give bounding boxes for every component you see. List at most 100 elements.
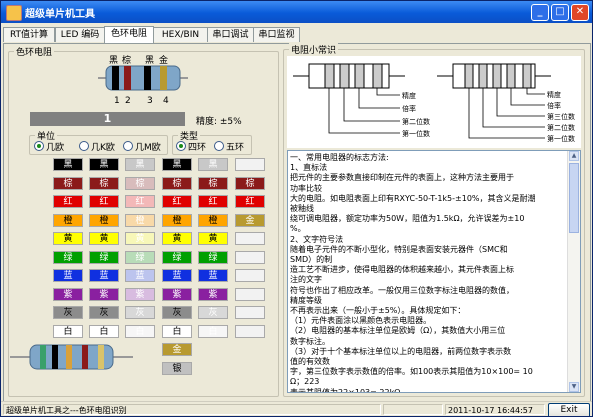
color-button-green[interactable]: 绿 xyxy=(53,250,83,264)
color-button-brown[interactable]: 棕 xyxy=(198,176,228,190)
color-button-orange[interactable]: 橙 xyxy=(125,213,155,227)
color-button-gold[interactable]: 金 xyxy=(162,343,192,356)
band-number-1: 1 xyxy=(114,96,120,106)
color-button-black[interactable]: 黑 xyxy=(198,158,228,171)
color-button-col6-1[interactable]: 棕 xyxy=(235,176,265,190)
color-button-gray[interactable]: 灰 xyxy=(198,306,228,319)
tab-hex-bin[interactable]: HEX/BIN xyxy=(153,27,208,42)
color-button-black[interactable]: 黑 xyxy=(53,158,83,171)
close-button[interactable]: ✕ xyxy=(571,4,589,21)
color-button-blue[interactable]: 蓝 xyxy=(125,269,155,282)
scroll-thumb[interactable] xyxy=(569,163,579,233)
color-button-brown[interactable]: 棕 xyxy=(125,176,155,190)
color-button-black[interactable]: 黑 xyxy=(125,158,155,171)
color-button-col6-0[interactable] xyxy=(235,158,265,171)
radio-label: 五环 xyxy=(226,143,245,153)
tips-line: 随着电子元件的不断小型化，特别是表面安装元器件（SMC和 xyxy=(290,244,508,254)
color-button-violet[interactable]: 紫 xyxy=(53,287,83,301)
color-button-brown[interactable]: 棕 xyxy=(162,176,192,190)
tab-serial-monitor[interactable]: 串口监视 xyxy=(253,27,300,42)
color-button-col6-6[interactable] xyxy=(235,269,265,282)
tolerance-label: 精度: ±5% xyxy=(196,117,242,127)
color-button-gray[interactable]: 灰 xyxy=(53,306,83,319)
color-button-black[interactable]: 黑 xyxy=(162,158,192,171)
color-button-red[interactable]: 红 xyxy=(198,195,228,208)
color-button-violet[interactable]: 紫 xyxy=(162,287,192,301)
color-button-col6-9[interactable] xyxy=(235,324,265,338)
color-button-yellow[interactable]: 黄 xyxy=(162,232,192,245)
app-icon xyxy=(6,5,22,21)
color-button-orange[interactable]: 橙 xyxy=(53,213,83,227)
color-button-col6-8[interactable] xyxy=(235,306,265,319)
color-button-brown[interactable]: 棕 xyxy=(89,176,119,190)
diagram-label-r-4: 第二位数 xyxy=(547,123,575,132)
color-button-col6-4[interactable] xyxy=(235,232,265,245)
scroll-down-icon[interactable]: ▼ xyxy=(569,382,579,392)
color-button-col6-7[interactable] xyxy=(235,287,265,301)
vertical-scrollbar[interactable]: ▲ ▼ xyxy=(567,151,580,392)
color-button-violet[interactable]: 紫 xyxy=(89,287,119,301)
type-radio-four-band[interactable]: 四环 xyxy=(176,140,206,153)
color-button-col6-2[interactable]: 红 xyxy=(235,195,265,208)
color-button-yellow[interactable]: 黄 xyxy=(125,232,155,245)
color-button-white[interactable]: 白 xyxy=(125,324,155,338)
color-button-brown[interactable]: 棕 xyxy=(53,176,83,190)
tips-line: （1）元件表面涂以黑颜色表示电阻器。 xyxy=(290,316,432,326)
unit-radio-mohm[interactable]: 几M欧 xyxy=(123,140,161,153)
color-button-white[interactable]: 白 xyxy=(162,324,192,338)
color-button-red[interactable]: 红 xyxy=(53,195,83,208)
resistance-value: 1 xyxy=(30,112,185,126)
color-button-green[interactable]: 绿 xyxy=(162,250,192,264)
color-button-red[interactable]: 红 xyxy=(89,195,119,208)
color-button-blue[interactable]: 蓝 xyxy=(89,269,119,282)
color-button-yellow[interactable]: 黄 xyxy=(53,232,83,245)
color-button-red[interactable]: 红 xyxy=(125,195,155,208)
color-button-yellow[interactable]: 黄 xyxy=(198,232,228,245)
color-button-green[interactable]: 绿 xyxy=(125,250,155,264)
color-button-red[interactable]: 红 xyxy=(162,195,192,208)
unit-radio-ohm[interactable]: 几欧 xyxy=(34,140,64,153)
color-button-silver[interactable]: 银 xyxy=(162,361,192,375)
exit-button[interactable]: Exit xyxy=(548,403,590,416)
tips-textarea[interactable]: 一、常用电阻器的标志方法: 1、直标法 把元件的主要参数直接印制在元件的表面上，这种… xyxy=(287,150,581,393)
diagram-label-l-3: 第二位数 xyxy=(402,117,430,126)
color-button-white[interactable]: 白 xyxy=(198,324,228,338)
color-button-orange[interactable]: 橙 xyxy=(198,213,228,227)
color-button-gray[interactable]: 灰 xyxy=(162,306,192,319)
color-button-gray[interactable]: 灰 xyxy=(89,306,119,319)
minimize-button[interactable]: _ xyxy=(531,4,549,21)
color-button-green[interactable]: 绿 xyxy=(198,250,228,264)
band-number-2: 2 xyxy=(125,96,131,106)
scroll-up-icon[interactable]: ▲ xyxy=(569,151,579,161)
tab-color-resistor[interactable]: 色环电阻 xyxy=(104,26,154,43)
radio-dot xyxy=(79,141,89,151)
color-button-white[interactable]: 白 xyxy=(89,324,119,338)
tab-rt-calc[interactable]: RT值计算 xyxy=(3,27,55,42)
color-button-col6-3[interactable]: 金 xyxy=(235,213,265,227)
color-button-orange[interactable]: 橙 xyxy=(89,213,119,227)
tab-serial-debug[interactable]: 串口调试 xyxy=(207,27,254,42)
color-button-violet[interactable]: 紫 xyxy=(125,287,155,301)
color-button-violet[interactable]: 紫 xyxy=(198,287,228,301)
color-button-yellow[interactable]: 黄 xyxy=(89,232,119,245)
tab-led-code[interactable]: LED 编码 xyxy=(55,27,105,42)
tips-line: 大的电阻。如电阻表面上印有RXYC-50-T-1k5-±10%，其含义是耐潮 xyxy=(290,193,536,203)
tips-line: （3）对于十个基本标注单位以上的电阻器，前两位数字表示数 xyxy=(290,346,512,356)
maximize-button[interactable]: □ xyxy=(551,4,569,21)
color-button-blue[interactable]: 蓝 xyxy=(53,269,83,282)
diagram-label-r-2: 倍率 xyxy=(547,101,561,110)
band-number-4: 4 xyxy=(163,96,169,106)
radio-label: 几M欧 xyxy=(135,143,161,153)
title-bar[interactable]: 超级单片机工具 _ □ ✕ xyxy=(1,1,592,23)
color-button-white[interactable]: 白 xyxy=(53,324,83,338)
color-button-blue[interactable]: 蓝 xyxy=(198,269,228,282)
color-button-col6-5[interactable] xyxy=(235,250,265,264)
color-button-blue[interactable]: 蓝 xyxy=(162,269,192,282)
color-button-black[interactable]: 黑 xyxy=(89,158,119,171)
color-button-gray[interactable]: 灰 xyxy=(125,306,155,319)
unit-radio-kohm[interactable]: 几K欧 xyxy=(79,140,115,153)
tips-line: 数字标注。 xyxy=(290,336,330,346)
color-button-orange[interactable]: 橙 xyxy=(162,213,192,227)
color-button-green[interactable]: 绿 xyxy=(89,250,119,264)
type-radio-five-band[interactable]: 五环 xyxy=(214,140,244,153)
